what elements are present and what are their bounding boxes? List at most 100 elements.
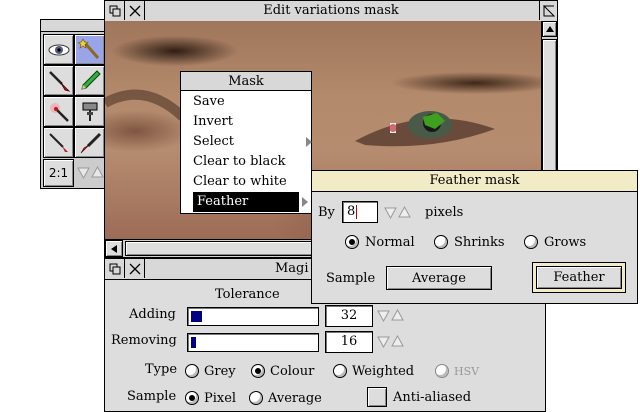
removing-slider[interactable] (187, 333, 319, 352)
horizontal-scroll-thumb[interactable] (125, 241, 315, 256)
type-colour-radio[interactable] (251, 364, 265, 378)
pencil-tool-button[interactable] (74, 65, 105, 96)
sample-average-radio[interactable] (249, 391, 263, 405)
removing-slider-fill (191, 337, 196, 348)
adding-down-arrow-icon[interactable] (377, 309, 390, 322)
adding-up-arrow-icon[interactable] (391, 309, 404, 322)
brush-tool-button[interactable] (43, 65, 74, 96)
type-weighted-option[interactable]: Weighted (333, 362, 414, 380)
type-grey-label: Grey (204, 363, 236, 379)
airbrush-icon (49, 102, 69, 122)
menu-item-feather-label: Feather (197, 194, 249, 209)
feather-amount-arrows (384, 206, 411, 219)
mode-normal-option[interactable]: Normal (345, 233, 415, 251)
feather-amount-field[interactable]: 8 (342, 201, 378, 223)
antialiased-checkbox[interactable] (367, 387, 387, 407)
thick-brush-tool-button[interactable] (74, 127, 105, 158)
feather-up-arrow-icon[interactable] (398, 206, 411, 219)
type-hsv-option[interactable]: HSV (435, 362, 479, 380)
back-icon (109, 5, 120, 16)
sample-pixel-radio[interactable] (185, 391, 199, 405)
menu-item-select[interactable]: Select (193, 132, 312, 152)
editor-close-button[interactable] (125, 1, 145, 20)
airbrush-tool-button[interactable] (43, 96, 74, 127)
mode-shrinks-option[interactable]: Shrinks (434, 233, 505, 251)
sample-pixel-option[interactable]: Pixel (185, 389, 236, 407)
scroll-left-arrow-icon (111, 244, 117, 253)
feather-down-arrow-icon[interactable] (384, 206, 397, 219)
menu-item-feather[interactable]: Feather (193, 192, 299, 212)
editor-titlebar[interactable]: Edit variations mask (105, 1, 557, 22)
by-label: By (318, 205, 335, 220)
toolbox-window: 2:1 (40, 19, 108, 189)
menu-item-clear-white-label: Clear to white (193, 174, 287, 189)
sample-pixel-label: Pixel (204, 390, 237, 406)
removing-value-field[interactable]: 16 (325, 331, 373, 353)
submenu-arrow-icon (306, 137, 312, 147)
type-weighted-radio[interactable] (333, 364, 347, 378)
menu-item-save[interactable]: Save (193, 92, 225, 112)
toolbox-titlebar[interactable] (41, 20, 107, 32)
text-caret (356, 204, 358, 219)
menu-item-invert[interactable]: Invert (193, 112, 233, 132)
toggle-size-icon (543, 4, 555, 16)
zoom-ratio-button[interactable]: 2:1 (43, 159, 74, 187)
adding-slider[interactable] (187, 307, 319, 326)
menu-item-clear-black[interactable]: Clear to black (193, 152, 285, 172)
menu-item-clear-white[interactable]: Clear to white (193, 172, 287, 192)
sample-average-button-label: Average (412, 270, 466, 286)
removing-up-arrow-icon[interactable] (391, 335, 404, 348)
eye-tool-button[interactable] (43, 34, 74, 65)
type-hsv-radio[interactable] (435, 364, 449, 378)
fine-brush-tool-button[interactable] (43, 127, 74, 158)
menu-item-clear-black-label: Clear to black (193, 154, 286, 169)
sample-average-button[interactable]: Average (386, 266, 492, 290)
sample-average-option[interactable]: Average (249, 389, 322, 407)
mode-grows-option[interactable]: Grows (524, 233, 586, 251)
mask-menu-titlebar: Mask (181, 72, 311, 91)
magic-close-button[interactable] (125, 259, 145, 278)
removing-down-arrow-icon[interactable] (377, 335, 390, 348)
editor-title: Edit variations mask (263, 3, 399, 18)
paintbrush-icon (48, 70, 70, 92)
type-grey-option[interactable]: Grey (185, 362, 236, 380)
menu-item-save-label: Save (193, 94, 225, 109)
type-colour-option[interactable]: Colour (251, 362, 314, 380)
feather-titlebar[interactable]: Feather mask (312, 171, 637, 192)
close-icon (129, 5, 140, 16)
feather-sample-label: Sample (326, 271, 376, 286)
sample-average-label: Average (268, 390, 322, 406)
feather-apply-button[interactable]: Feather (536, 266, 622, 289)
adding-value-field[interactable]: 32 (325, 305, 373, 327)
mode-shrinks-radio[interactable] (434, 235, 448, 249)
magic-title: Magi (275, 261, 309, 276)
mode-normal-radio[interactable] (345, 235, 359, 249)
magic-wand-icon (77, 37, 99, 59)
type-colour-label: Colour (270, 363, 315, 379)
editor-back-button[interactable] (105, 1, 125, 20)
mode-grows-radio[interactable] (524, 235, 538, 249)
type-label: Type (145, 362, 178, 377)
feather-apply-button-label: Feather (553, 270, 605, 285)
editor-toggle-size-button[interactable] (539, 1, 557, 20)
roller-tool-button[interactable] (74, 96, 105, 127)
zoom-up-arrow-icon[interactable] (91, 166, 104, 179)
antialiased-option[interactable]: Anti-aliased (367, 386, 471, 408)
magic-back-button[interactable] (105, 259, 125, 278)
zoom-down-arrow-icon[interactable] (77, 166, 90, 179)
adding-label: Adding (129, 307, 176, 322)
fine-brush-icon (48, 132, 68, 152)
close-icon (129, 263, 140, 274)
type-hsv-label: HSV (454, 364, 480, 378)
magic-wand-tool-button[interactable] (74, 34, 105, 65)
tolerance-heading: Tolerance (215, 287, 280, 302)
zoom-arrows (77, 166, 104, 179)
back-icon (109, 263, 120, 274)
scroll-up-button[interactable] (542, 21, 557, 37)
mode-normal-label: Normal (365, 234, 415, 250)
mode-grows-label: Grows (544, 234, 587, 250)
pencil-icon (80, 69, 101, 90)
adding-value: 32 (340, 308, 358, 323)
type-grey-radio[interactable] (185, 364, 199, 378)
scroll-left-button[interactable] (105, 240, 123, 257)
